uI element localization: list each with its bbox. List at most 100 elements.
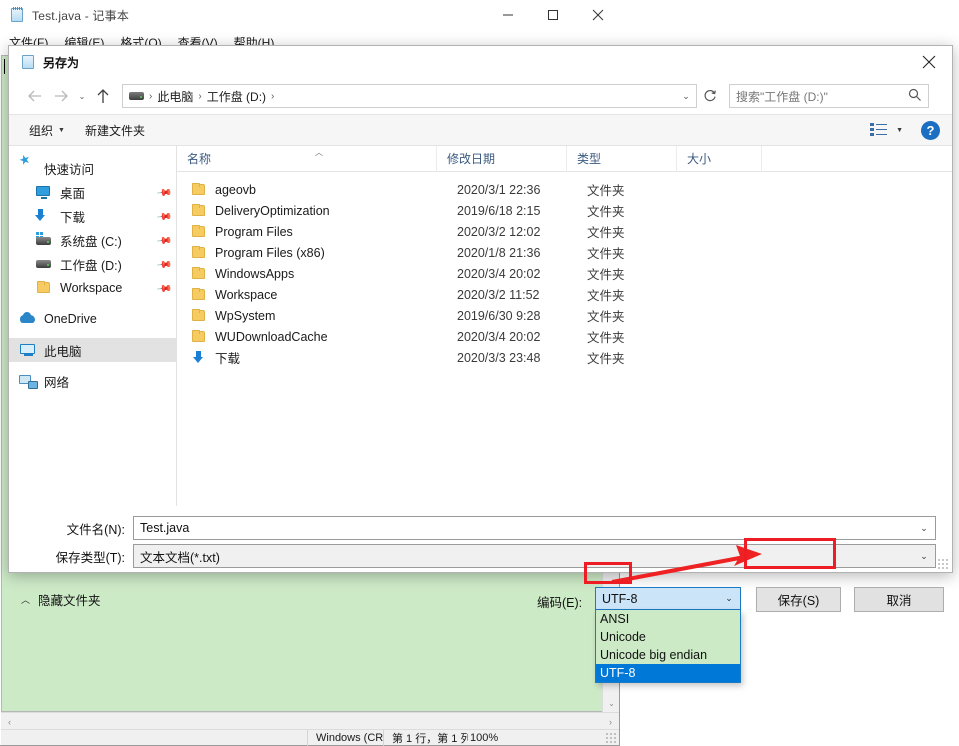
hide-folders-button[interactable]: ︿ 隐藏文件夹 xyxy=(21,590,101,609)
notepad-horizontal-scrollbar[interactable]: ‹ › xyxy=(1,712,619,729)
scroll-down-icon[interactable]: ⌄ xyxy=(603,695,620,712)
column-header-pad xyxy=(762,146,952,172)
folder-icon xyxy=(191,308,207,323)
file-type: 文件夹 xyxy=(587,205,625,219)
table-row[interactable]: WUDownloadCache 2020/3/4 20:02 文件夹 xyxy=(177,326,952,347)
back-icon[interactable] xyxy=(22,83,48,109)
encoding-dropdown-list: ANSI Unicode Unicode big endian UTF-8 xyxy=(595,610,741,683)
encoding-select[interactable]: UTF-8 ⌄ xyxy=(595,587,741,610)
sidebar-item-label: Workspace xyxy=(60,281,123,295)
chevron-up-icon: ︿ xyxy=(21,595,31,605)
address-bar[interactable]: › 此电脑 › 工作盘 (D:) › ⌄ xyxy=(122,84,697,108)
cancel-button[interactable]: 取消 xyxy=(854,587,944,612)
folder-icon xyxy=(191,182,207,197)
file-name: 下载 xyxy=(215,352,241,366)
file-date: 2020/3/2 12:02 xyxy=(457,224,541,239)
organize-label: 组织 xyxy=(29,123,54,138)
file-date: 2020/3/1 22:36 xyxy=(457,182,541,197)
notepad-title-bar: Test.java - 记事本 xyxy=(0,0,620,30)
downloads-icon xyxy=(35,208,53,224)
file-name: Program Files xyxy=(215,224,293,239)
search-input[interactable]: 搜索"工作盘 (D:)" xyxy=(729,84,929,108)
up-icon[interactable] xyxy=(90,83,116,109)
scroll-right-icon[interactable]: › xyxy=(602,713,619,730)
encoding-option-ansi[interactable]: ANSI xyxy=(596,610,740,628)
help-icon[interactable]: ? xyxy=(921,120,940,140)
folder-icon xyxy=(191,287,207,302)
text-caret xyxy=(4,59,5,74)
sidebar-item-desktop[interactable]: 桌面 📌 xyxy=(9,180,176,204)
table-row[interactable]: Workspace 2020/3/2 11:52 文件夹 xyxy=(177,284,952,305)
minimize-icon[interactable] xyxy=(485,0,530,30)
column-header-type[interactable]: 类型 xyxy=(567,145,677,172)
folder-icon xyxy=(35,280,53,296)
view-layout-icon[interactable] xyxy=(870,123,888,137)
drive-icon xyxy=(35,256,53,272)
encoding-option-unicode-big-endian[interactable]: Unicode big endian xyxy=(596,646,740,664)
column-header-name[interactable]: 名称 xyxy=(177,145,437,172)
column-header-size[interactable]: 大小 xyxy=(677,145,762,172)
sidebar-item-workspace[interactable]: Workspace 📌 xyxy=(9,276,176,300)
forward-icon[interactable] xyxy=(48,83,74,109)
dialog-close-icon[interactable] xyxy=(906,46,952,78)
file-type: 文件夹 xyxy=(587,184,625,198)
resize-grip[interactable] xyxy=(605,732,616,743)
table-row[interactable]: ageovb 2020/3/1 22:36 文件夹 xyxy=(177,179,952,200)
breadcrumb-work-drive[interactable]: 工作盘 (D:) xyxy=(204,88,269,105)
scroll-left-icon[interactable]: ‹ xyxy=(1,713,18,730)
organize-button[interactable]: 组织 ▼ xyxy=(19,114,75,146)
dialog-resize-grip[interactable] xyxy=(937,558,948,569)
dialog-title-text: 另存为 xyxy=(43,55,80,70)
table-row[interactable]: WpSystem 2019/6/30 9:28 文件夹 xyxy=(177,305,952,326)
folder-icon xyxy=(191,266,207,281)
sidebar-item-quick-access[interactable]: 快速访问 xyxy=(9,156,176,180)
breadcrumb-this-pc[interactable]: 此电脑 xyxy=(154,88,196,105)
sidebar-item-label: 网络 xyxy=(44,375,70,390)
encoding-option-unicode[interactable]: Unicode xyxy=(596,628,740,646)
sidebar-item-network[interactable]: 网络 xyxy=(9,369,176,393)
address-dropdown-icon[interactable]: ⌄ xyxy=(676,91,696,102)
close-icon[interactable] xyxy=(575,0,620,30)
file-name: Program Files (x86) xyxy=(215,245,325,260)
view-chevron-down-icon[interactable]: ▼ xyxy=(896,127,903,134)
search-icon[interactable] xyxy=(908,88,922,105)
notepad-title-text: Test.java - 记事本 xyxy=(32,8,130,23)
sidebar-item-this-pc[interactable]: 此电脑 xyxy=(9,338,176,362)
encoding-option-utf8[interactable]: UTF-8 xyxy=(596,664,740,682)
recent-locations-icon[interactable]: ⌄ xyxy=(74,83,90,109)
table-row[interactable]: 下载 2020/3/3 23:48 文件夹 xyxy=(177,347,952,368)
downloads-icon xyxy=(191,350,207,365)
sidebar-item-system-drive-c[interactable]: 系统盘 (C:) 📌 xyxy=(9,228,176,252)
sidebar-item-work-drive-d[interactable]: 工作盘 (D:) 📌 xyxy=(9,252,176,276)
encoding-label: 编码(E): xyxy=(537,596,583,610)
table-row[interactable]: DeliveryOptimization 2019/6/18 2:15 文件夹 xyxy=(177,200,952,221)
cloud-icon xyxy=(19,311,37,327)
desktop-icon xyxy=(35,184,53,200)
annotation-arrow xyxy=(611,545,762,584)
maximize-icon[interactable] xyxy=(530,0,575,30)
filename-input[interactable]: Test.java ⌄ xyxy=(133,516,936,540)
folder-icon xyxy=(191,224,207,239)
table-row[interactable]: Program Files 2020/3/2 12:02 文件夹 xyxy=(177,221,952,242)
navigation-bar: ⌄ › 此电脑 › 工作盘 (D:) › ⌄ 搜索"工作盘 (D:)" xyxy=(9,78,952,114)
chevron-down-icon[interactable]: ⌄ xyxy=(913,551,935,562)
sidebar-item-downloads[interactable]: 下载 📌 xyxy=(9,204,176,228)
column-headers: ︿ 名称 修改日期 类型 大小 xyxy=(177,145,952,172)
table-row[interactable]: Program Files (x86) 2020/1/8 21:36 文件夹 xyxy=(177,242,952,263)
column-header-date[interactable]: 修改日期 xyxy=(437,145,567,172)
sidebar-item-label: 桌面 xyxy=(60,186,86,201)
folder-icon xyxy=(191,203,207,218)
chevron-down-icon[interactable]: ⌄ xyxy=(718,593,740,604)
table-row[interactable]: WindowsApps 2020/3/4 20:02 文件夹 xyxy=(177,263,952,284)
windows-drive-icon xyxy=(35,232,53,248)
file-type: 文件夹 xyxy=(587,289,625,303)
file-name: WpSystem xyxy=(215,308,276,323)
file-type: 文件夹 xyxy=(587,310,625,324)
chevron-down-icon[interactable]: ⌄ xyxy=(913,523,935,534)
file-type: 文件夹 xyxy=(587,247,625,261)
refresh-icon[interactable] xyxy=(697,84,723,108)
savetype-select[interactable]: 文本文档(*.txt) ⌄ xyxy=(133,544,936,568)
new-folder-button[interactable]: 新建文件夹 xyxy=(75,114,155,146)
save-button[interactable]: 保存(S) xyxy=(756,587,841,612)
sidebar-item-onedrive[interactable]: OneDrive xyxy=(9,307,176,331)
